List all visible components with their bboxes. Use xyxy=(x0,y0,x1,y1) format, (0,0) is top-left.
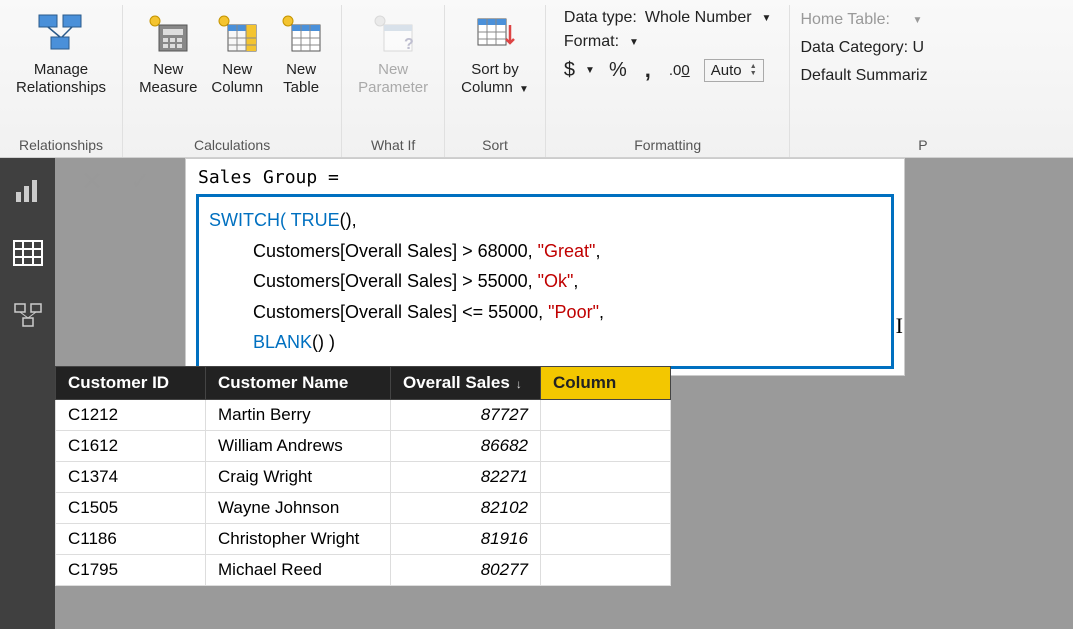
label: Manage xyxy=(34,61,88,78)
table-header-row: Customer ID Customer Name Overall Sales↓… xyxy=(56,367,671,400)
parameter-icon: ? xyxy=(369,9,417,57)
column-header-new[interactable]: Column xyxy=(541,367,671,400)
sort-icon xyxy=(471,9,519,57)
cell-name[interactable]: Martin Berry xyxy=(206,400,391,431)
currency-button[interactable]: $ xyxy=(564,59,575,82)
cell-new[interactable] xyxy=(541,462,671,493)
sort-desc-icon: ↓ xyxy=(516,377,522,391)
caret-down-icon: ▼ xyxy=(912,15,922,26)
decimals-input[interactable]: Auto ▲▼ xyxy=(704,59,764,82)
report-view-button[interactable] xyxy=(11,174,45,208)
data-type-dropdown[interactable]: Data type: Whole Number ▼ xyxy=(564,9,772,27)
cell-name[interactable]: Michael Reed xyxy=(206,555,391,586)
cell-new[interactable] xyxy=(541,493,671,524)
formula-cancel-button[interactable]: ✕ xyxy=(77,166,107,196)
ribbon-group-whatif: ? NewParameter What If xyxy=(342,5,445,157)
caret-down-icon: ▼ xyxy=(585,65,595,76)
column-header-sales[interactable]: Overall Sales↓ xyxy=(391,367,541,400)
cell-sales[interactable]: 87727 xyxy=(391,400,541,431)
caret-down-icon: ▼ xyxy=(519,84,529,95)
table-row[interactable]: C1505Wayne Johnson82102 xyxy=(56,493,671,524)
formula-confirm-button[interactable]: ✓ xyxy=(125,166,155,196)
column-header-name[interactable]: Customer Name xyxy=(206,367,391,400)
cell-id[interactable]: C1612 xyxy=(56,431,206,462)
default-summarize-dropdown[interactable]: Default Summariz xyxy=(800,67,927,85)
measure-icon xyxy=(144,9,192,57)
ribbon-group-formatting: Data type: Whole Number ▼ Format: ▼ $ ▼ … xyxy=(546,5,791,157)
cell-name[interactable]: William Andrews xyxy=(206,431,391,462)
caret-down-icon: ▼ xyxy=(762,13,772,24)
group-label: P xyxy=(918,135,927,157)
svg-text:?: ? xyxy=(404,36,414,53)
cell-name[interactable]: Craig Wright xyxy=(206,462,391,493)
content-area: ✕ ✓ Sales Group = SWITCH( TRUE(), Custom… xyxy=(55,158,1073,629)
cell-sales[interactable]: 82271 xyxy=(391,462,541,493)
format-dropdown[interactable]: Format: ▼ xyxy=(564,33,772,51)
ribbon-group-properties: Home Table: ▼ Data Category: U Default S… xyxy=(790,5,927,157)
home-table-dropdown[interactable]: Home Table: ▼ xyxy=(800,11,927,29)
cell-name[interactable]: Wayne Johnson xyxy=(206,493,391,524)
table-row[interactable]: C1374Craig Wright82271 xyxy=(56,462,671,493)
table-row[interactable]: C1212Martin Berry87727 xyxy=(56,400,671,431)
table-icon xyxy=(277,9,325,57)
ribbon-group-relationships: ManageRelationships Relationships xyxy=(0,5,123,157)
table-row[interactable]: C1795Michael Reed80277 xyxy=(56,555,671,586)
cell-new[interactable] xyxy=(541,555,671,586)
formula-editor[interactable]: SWITCH( TRUE(), Customers[Overall Sales]… xyxy=(196,194,894,369)
cell-id[interactable]: C1186 xyxy=(56,524,206,555)
new-column-button[interactable]: NewColumn xyxy=(205,5,269,123)
cell-name[interactable]: Christopher Wright xyxy=(206,524,391,555)
comma-button[interactable]: , xyxy=(645,57,651,83)
group-label: Calculations xyxy=(194,135,270,157)
column-header-id[interactable]: Customer ID xyxy=(56,367,206,400)
cell-new[interactable] xyxy=(541,400,671,431)
cell-new[interactable] xyxy=(541,524,671,555)
group-label: Formatting xyxy=(634,135,701,157)
cell-id[interactable]: C1374 xyxy=(56,462,206,493)
cell-sales[interactable]: 86682 xyxy=(391,431,541,462)
cell-new[interactable] xyxy=(541,431,671,462)
ribbon: ManageRelationships Relationships NewMea… xyxy=(0,0,1073,158)
formula-bar[interactable]: Sales Group = SWITCH( TRUE(), Customers[… xyxy=(185,158,905,376)
data-category-dropdown[interactable]: Data Category: U xyxy=(800,39,927,57)
ribbon-group-sort: Sort byColumn ▼ Sort xyxy=(445,5,546,157)
spinner-icon[interactable]: ▲▼ xyxy=(750,63,757,77)
main-area: ✕ ✓ Sales Group = SWITCH( TRUE(), Custom… xyxy=(0,158,1073,629)
cell-id[interactable]: C1505 xyxy=(56,493,206,524)
manage-relationships-button[interactable]: ManageRelationships xyxy=(10,5,112,123)
left-nav xyxy=(0,158,55,629)
percent-button[interactable]: % xyxy=(609,59,627,82)
group-label: What If xyxy=(371,135,415,157)
group-label: Relationships xyxy=(19,135,103,157)
cell-sales[interactable]: 81916 xyxy=(391,524,541,555)
table-row[interactable]: C1186Christopher Wright81916 xyxy=(56,524,671,555)
data-view-button[interactable] xyxy=(11,236,45,270)
model-view-button[interactable] xyxy=(11,298,45,332)
cell-id[interactable]: C1212 xyxy=(56,400,206,431)
column-icon xyxy=(213,9,261,57)
sort-by-column-button[interactable]: Sort byColumn ▼ xyxy=(455,5,535,123)
cell-sales[interactable]: 80277 xyxy=(391,555,541,586)
caret-down-icon: ▼ xyxy=(629,37,639,48)
group-label: Sort xyxy=(482,135,508,157)
new-parameter-button: ? NewParameter xyxy=(352,5,434,123)
cell-sales[interactable]: 82102 xyxy=(391,493,541,524)
table-row[interactable]: C1612William Andrews86682 xyxy=(56,431,671,462)
new-table-button[interactable]: NewTable xyxy=(271,5,331,123)
cell-id[interactable]: C1795 xyxy=(56,555,206,586)
measure-name-line: Sales Group = xyxy=(196,165,894,194)
ribbon-group-calculations: NewMeasure NewColumn NewTable Calculatio… xyxy=(123,5,342,157)
data-table[interactable]: Customer ID Customer Name Overall Sales↓… xyxy=(55,366,671,586)
decimals-icon[interactable]: .00 xyxy=(669,62,690,79)
new-measure-button[interactable]: NewMeasure xyxy=(133,5,203,123)
relationships-icon xyxy=(37,9,85,57)
text-cursor-icon: I xyxy=(896,307,903,344)
